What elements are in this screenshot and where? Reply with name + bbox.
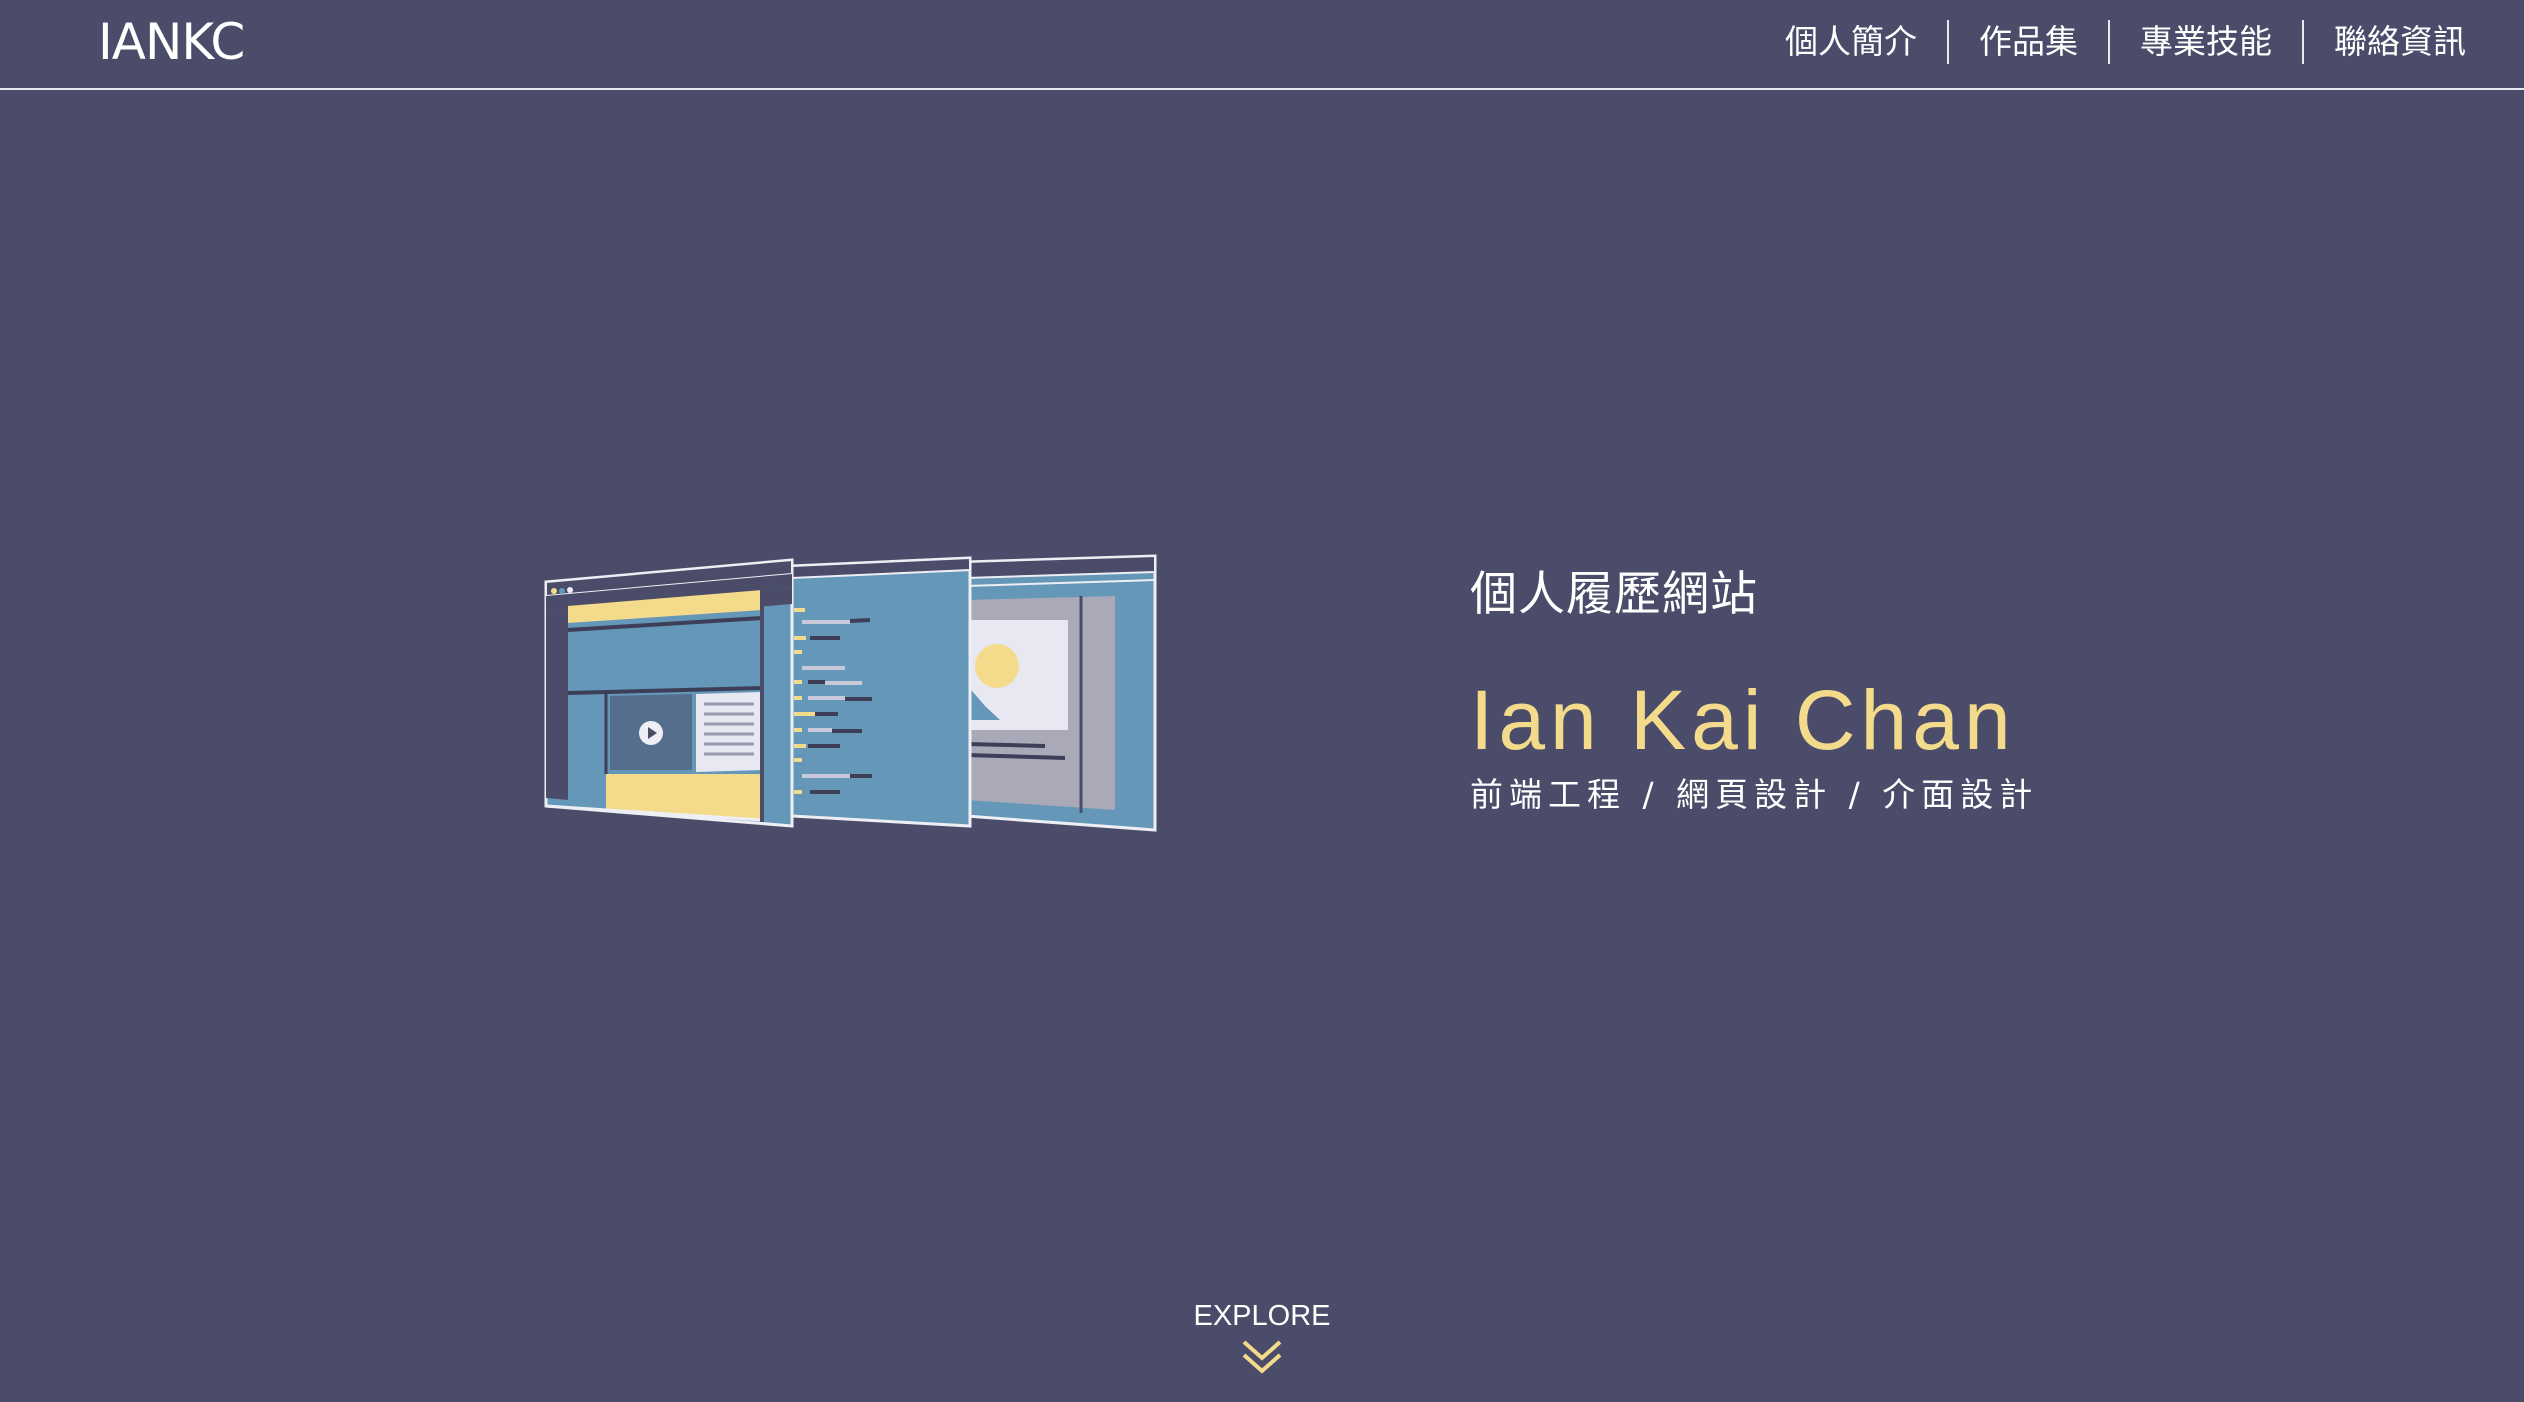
page: IANKC 個人簡介 作品集 專業技能 聯絡資訊 個人履歷網站 Ian Kai …: [0, 0, 2524, 1402]
screen-layout-panel: [544, 558, 794, 828]
hero-name: Ian Kai Chan: [1470, 673, 2016, 767]
hero-roles: 前端工程 / 網頁設計 / 介面設計: [1470, 775, 2039, 814]
screen-image-panel: [964, 554, 1157, 832]
screen-code-panel: [790, 556, 972, 828]
double-chevron-down-icon: [1242, 1340, 1282, 1374]
web-screens-illustration: [544, 554, 1157, 832]
main-nav: 個人簡介 作品集 專業技能 聯絡資訊: [1755, 18, 2496, 66]
nav-item-portfolio[interactable]: 作品集: [1949, 18, 2108, 66]
top-nav-bar: IANKC 個人簡介 作品集 專業技能 聯絡資訊: [0, 0, 2524, 90]
nav-item-skills[interactable]: 專業技能: [2110, 18, 2302, 66]
site-logo[interactable]: IANKC: [98, 12, 245, 72]
explore-label: EXPLORE: [1193, 1300, 1331, 1332]
hero-subtitle: 個人履歷網站: [1470, 567, 1758, 622]
nav-item-contact[interactable]: 聯絡資訊: [2304, 18, 2496, 66]
hero-text: 個人履歷網站 Ian Kai Chan 前端工程 / 網頁設計 / 介面設計: [1470, 560, 2038, 820]
nav-item-about[interactable]: 個人簡介: [1755, 18, 1947, 66]
